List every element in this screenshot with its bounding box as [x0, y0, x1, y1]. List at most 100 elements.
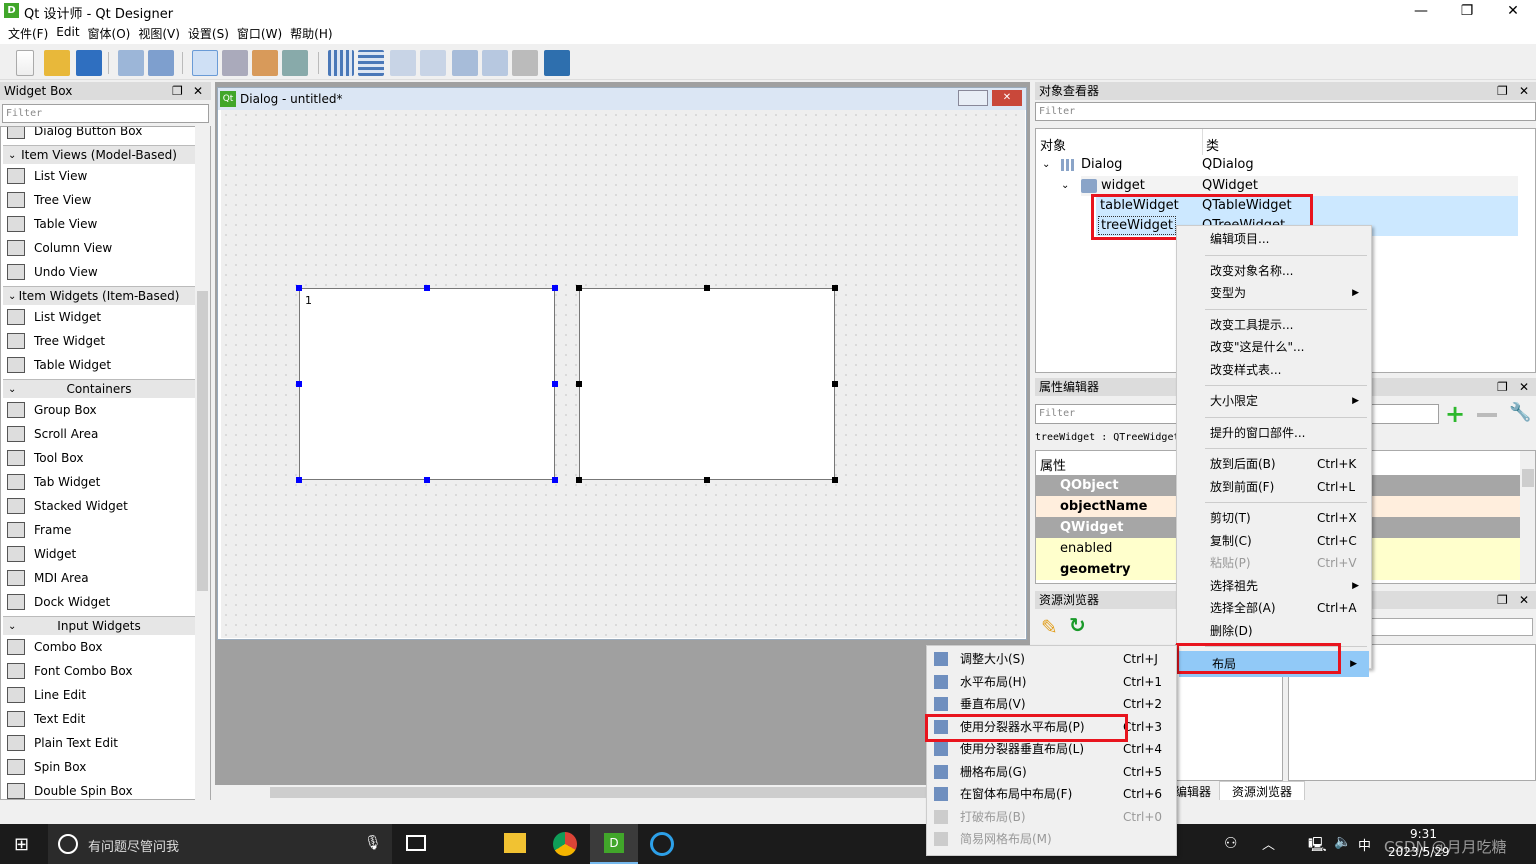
ime-indicator[interactable]: 中 [1358, 835, 1371, 854]
close-icon[interactable]: ✕ [1519, 378, 1529, 396]
menu-item[interactable]: 复制(C) Ctrl+C [1177, 530, 1371, 552]
horizontal-layout-icon[interactable] [328, 50, 354, 76]
menu-edit[interactable]: Edit [52, 22, 83, 44]
app-icon-search[interactable] [650, 832, 674, 856]
network-icon[interactable]: 🖳 [1308, 834, 1327, 858]
widget-item[interactable]: Tree View [3, 188, 195, 212]
table-widget[interactable]: 1 [299, 288, 555, 480]
widget-item[interactable]: Plain Text Edit [3, 731, 195, 755]
menu-item[interactable]: 放到后面(B) Ctrl+K [1177, 453, 1371, 475]
widget-item[interactable]: Tab Widget [3, 470, 195, 494]
menu-item[interactable]: 栅格布局(G) Ctrl+5 [927, 761, 1176, 783]
remove-property-icon[interactable] [1477, 413, 1497, 417]
menu-item[interactable]: 在窗体布局中布局(F) Ctrl+6 [927, 783, 1176, 805]
tray-chevron-icon[interactable]: ︿ [1262, 834, 1275, 853]
resize-handle[interactable] [296, 477, 302, 483]
menu-item[interactable]: 删除(D) [1177, 620, 1371, 642]
menu-item[interactable]: 调整大小(S) Ctrl+J [927, 648, 1176, 670]
widget-category[interactable]: ⌄ Containers [3, 379, 195, 399]
widget-item[interactable]: MDI Area [3, 566, 195, 590]
menu-item[interactable]: 提升的窗口部件... [1177, 422, 1371, 444]
task-view-icon[interactable] [406, 835, 426, 851]
reload-icon[interactable]: ↻ [1069, 613, 1086, 637]
object-filter[interactable]: Filter [1035, 102, 1536, 121]
resize-handle[interactable] [424, 477, 430, 483]
edit-signals-icon[interactable] [222, 50, 248, 76]
widget-item[interactable]: Dock Widget [3, 590, 195, 614]
widget-item[interactable]: Undo View [3, 260, 195, 284]
close-icon[interactable]: ✕ [193, 82, 203, 100]
menu-file[interactable]: 文件(F) [4, 22, 52, 44]
resize-handle[interactable] [576, 285, 582, 291]
edit-widgets-icon[interactable] [192, 50, 218, 76]
resize-handle[interactable] [296, 285, 302, 291]
horizontal-scrollbar[interactable] [215, 785, 1030, 800]
break-layout-icon[interactable] [512, 50, 538, 76]
menu-item[interactable]: 变型为 ▶ [1177, 282, 1371, 304]
resize-handle[interactable] [296, 381, 302, 387]
file-explorer-icon[interactable] [504, 833, 526, 853]
bring-front-icon[interactable] [148, 50, 174, 76]
widget-item[interactable]: Stacked Widget [3, 494, 195, 518]
menu-settings[interactable]: 设置(S) [184, 22, 233, 44]
microphone-icon[interactable]: 🎙 [364, 835, 382, 851]
widget-item[interactable]: Spin Box [3, 755, 195, 779]
widget-item[interactable]: Line Edit [3, 683, 195, 707]
widget-item[interactable]: Column View [3, 236, 195, 260]
splitter-horizontal-icon[interactable] [390, 50, 416, 76]
menu-form[interactable]: 窗体(O) [84, 22, 135, 44]
widget-category[interactable]: ⌄ Item Widgets (Item-Based) [3, 286, 195, 306]
edit-tab-order-icon[interactable] [282, 50, 308, 76]
widget-item[interactable]: Combo Box [3, 635, 195, 659]
resize-handle[interactable] [424, 285, 430, 291]
widget-category[interactable]: ⌄ Input Widgets [3, 616, 195, 636]
windows-start-icon[interactable]: ⊞ [14, 834, 29, 855]
send-back-icon[interactable] [118, 50, 144, 76]
splitter-vertical-icon[interactable] [420, 50, 446, 76]
menu-item[interactable]: 改变"这是什么"... [1177, 336, 1371, 358]
menu-item[interactable]: 水平布局(H) Ctrl+1 [927, 671, 1176, 693]
wrench-icon[interactable]: 🔧 [1509, 402, 1531, 423]
menu-item[interactable]: 选择祖先 ▶ [1177, 575, 1371, 597]
widget-item[interactable]: Font Combo Box [3, 659, 195, 683]
widget-item[interactable]: Tree Widget [3, 329, 195, 353]
resize-handle[interactable] [552, 477, 558, 483]
menu-item[interactable]: 垂直布局(V) Ctrl+2 [927, 693, 1176, 715]
widget-item[interactable]: Text Edit [3, 707, 195, 731]
tree-row-dialog[interactable]: ⌄ Dialog QDialog [1036, 155, 1518, 175]
resize-handle[interactable] [704, 285, 710, 291]
menu-item[interactable]: 放到前面(F) Ctrl+L [1177, 476, 1371, 498]
vertical-layout-icon[interactable] [358, 50, 384, 76]
widget-item[interactable]: Dialog Button Box [3, 127, 195, 143]
qt-designer-task[interactable]: D [590, 824, 638, 864]
float-icon[interactable]: ❐ [1497, 82, 1508, 100]
widget-box-scrollbar[interactable] [195, 126, 210, 800]
float-icon[interactable]: ❐ [172, 82, 183, 100]
widget-item[interactable]: Table Widget [3, 353, 195, 377]
menu-item[interactable]: 改变样式表... [1177, 359, 1371, 381]
menu-item[interactable]: 打破布局(B) Ctrl+0 [927, 806, 1176, 828]
resize-handle[interactable] [552, 285, 558, 291]
menu-window[interactable]: 窗口(W) [233, 22, 286, 44]
widget-item[interactable]: Tool Box [3, 446, 195, 470]
widget-item[interactable]: Widget [3, 542, 195, 566]
resize-handle[interactable] [832, 381, 838, 387]
menu-item[interactable]: 简易网格布局(M) [927, 828, 1176, 850]
resize-handle[interactable] [832, 477, 838, 483]
open-folder-icon[interactable] [44, 50, 70, 76]
maximize-button[interactable]: ❐ [1444, 0, 1490, 22]
volume-icon[interactable]: 🔈 [1334, 834, 1351, 850]
tree-widget[interactable] [579, 288, 835, 480]
people-icon[interactable]: ⚇ [1224, 834, 1237, 852]
menu-item[interactable]: 编辑项目... [1177, 228, 1371, 250]
property-scrollbar[interactable] [1520, 451, 1535, 583]
resize-handle[interactable] [832, 285, 838, 291]
widget-item[interactable]: Table View [3, 212, 195, 236]
adjust-size-icon[interactable] [544, 50, 570, 76]
menu-help[interactable]: 帮助(H) [286, 22, 336, 44]
tree-row-widget[interactable]: ⌄ widget QWidget [1061, 176, 1518, 196]
save-icon[interactable] [76, 50, 102, 76]
menu-item[interactable]: 改变对象名称... [1177, 260, 1371, 282]
menu-item[interactable]: 大小限定 ▶ [1177, 390, 1371, 412]
widget-item[interactable]: List View [3, 164, 195, 188]
